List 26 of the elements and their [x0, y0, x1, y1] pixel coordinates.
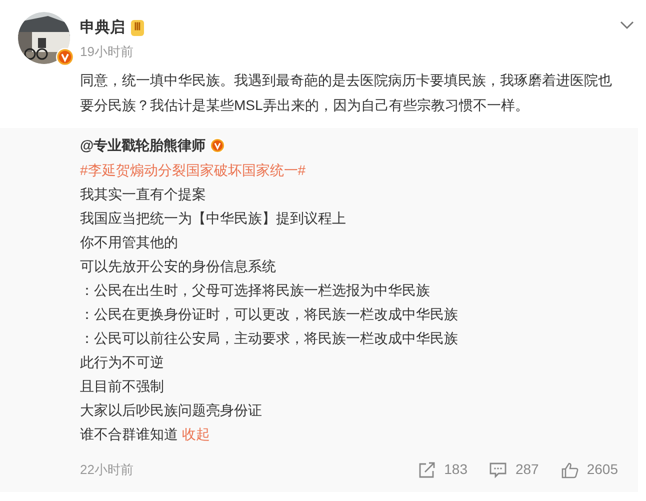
verified-icon: [210, 138, 225, 153]
repost-text-line: 大家以后吵民族问题亮身份证: [80, 400, 262, 420]
stat-count: 2605: [586, 460, 618, 479]
post-time: 19小时前: [80, 43, 134, 61]
repost-author[interactable]: @专业戳轮胎熊律师: [80, 135, 206, 156]
repost-text-line: 可以先放开公安的身份信息系统: [80, 256, 276, 276]
level-badge: Ⅲ: [131, 20, 144, 36]
stat-count: 287: [515, 460, 539, 479]
repost-text-line: 此行为不可逆: [80, 352, 164, 372]
repost-text-line: ：公民可以前往公安局，主动要求，将民族一栏改成中华民族: [80, 328, 458, 348]
post-text: 同意，统一填中华民族。我遇到最奇葩的是去医院病历卡要填民族，我琢磨着进医院也要分民族？我估计是某些MSL弄出来的，因为自己有些宗教习惯不一样。: [80, 70, 613, 114]
repost-text-line: 你不用管其他的: [80, 232, 178, 252]
repost-time: 22小时前: [80, 460, 134, 479]
repost-text-line: 谁不合群谁知道: [80, 424, 178, 444]
comment-icon[interactable]: [489, 460, 508, 478]
share-icon[interactable]: [418, 460, 436, 478]
author-name[interactable]: 申典启: [80, 16, 125, 40]
repost-text-line: 我其实一直有个提案: [80, 184, 206, 204]
repost-text-line: ：公民在更换身份证时，可以更改，将民族一栏改成中华民族: [80, 304, 458, 324]
chevron-down-icon[interactable]: [620, 20, 634, 30]
thumbs-up-icon[interactable]: [560, 460, 579, 478]
repost-text-line: 且目前不强制: [80, 376, 164, 396]
verified-icon: [56, 48, 74, 66]
stat-count: 183: [444, 460, 468, 479]
repost-text-line: ：公民在出生时，父母可选择将民族一栏选报为中华民族: [80, 280, 430, 300]
repost-text-line: 我国应当把统一为【中华民族】提到议程上: [80, 208, 346, 228]
